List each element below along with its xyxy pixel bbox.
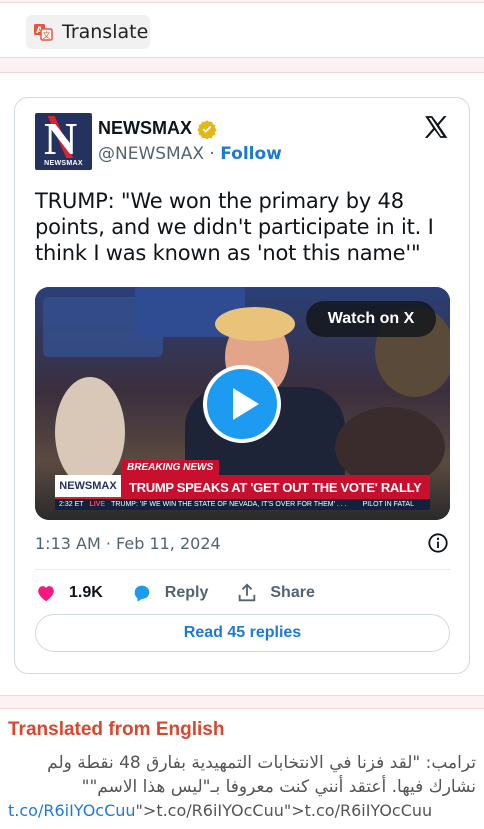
like-count: 1.9K (69, 584, 103, 601)
author-name[interactable]: NEWSMAX (98, 118, 217, 139)
follow-button[interactable]: Follow (220, 144, 282, 164)
tweet-text: TRUMP: "We won the primary by 48 points,… (35, 189, 434, 265)
verified-badge-icon (197, 119, 217, 139)
translate-label: Translate (62, 21, 149, 43)
tweet-actions: 1.9K Reply Share (35, 578, 343, 608)
like-button[interactable]: 1.9K (35, 582, 103, 604)
news-ticker: 2:32 ET LIVE TRUMP: 'IF WE WIN THE STATE… (55, 499, 430, 510)
handle[interactable]: @NEWSMAX (98, 144, 204, 164)
read-replies-button[interactable]: Read 45 replies (35, 614, 450, 652)
reply-button[interactable]: Reply (131, 582, 208, 604)
x-logo-icon[interactable] (423, 114, 449, 140)
news-lower-third: NEWSMAX TRUMP SPEAKS AT 'GET OUT THE VOT… (55, 475, 430, 499)
translation-title: Translated from English (8, 719, 225, 740)
channel-logo: NEWSMAX (55, 475, 121, 499)
watch-on-x-button[interactable]: Watch on X (306, 301, 436, 337)
translate-bar: A 文 Translate (0, 2, 484, 58)
heart-icon (38, 586, 54, 602)
tweet-card: N NEWSMAX NEWSMAX @NEWSMAX · Follow TRUM… (14, 97, 470, 674)
divider (35, 569, 450, 570)
translation-link[interactable]: t.co/R6iIYOcCuu (8, 801, 136, 820)
translate-button[interactable]: A 文 Translate (26, 15, 150, 49)
video-player[interactable]: Watch on X BREAKING NEWS NEWSMAX TRUMP S… (35, 287, 450, 520)
avatar[interactable]: N NEWSMAX (35, 113, 92, 170)
reply-bubble-icon (134, 585, 150, 602)
news-headline: TRUMP SPEAKS AT 'GET OUT THE VOTE' RALLY (121, 475, 430, 499)
tweet-embed-container: N NEWSMAX NEWSMAX @NEWSMAX · Follow TRUM… (0, 72, 484, 696)
breaking-news-tag: BREAKING NEWS (121, 460, 220, 475)
translation-text: ترامب: "لقد فزنا في الانتخابات التمهيدية… (47, 753, 476, 797)
translate-icon: A 文 (32, 21, 54, 43)
handle-row: @NEWSMAX · Follow (98, 144, 282, 164)
play-icon (232, 388, 259, 420)
share-button[interactable]: Share (236, 582, 315, 604)
share-icon (239, 583, 256, 602)
tweet-timestamp[interactable]: 1:13 AM · Feb 11, 2024 (35, 534, 221, 553)
svg-text:文: 文 (43, 30, 51, 40)
play-button[interactable] (203, 365, 281, 443)
info-icon[interactable] (427, 532, 449, 554)
translation-panel: Translated from English ترامب: "لقد فزنا… (0, 708, 484, 829)
translation-link-row: t.co/R6iIYOcCuu">t.co/R6iIYOcCuu">t.co/R… (8, 801, 433, 820)
